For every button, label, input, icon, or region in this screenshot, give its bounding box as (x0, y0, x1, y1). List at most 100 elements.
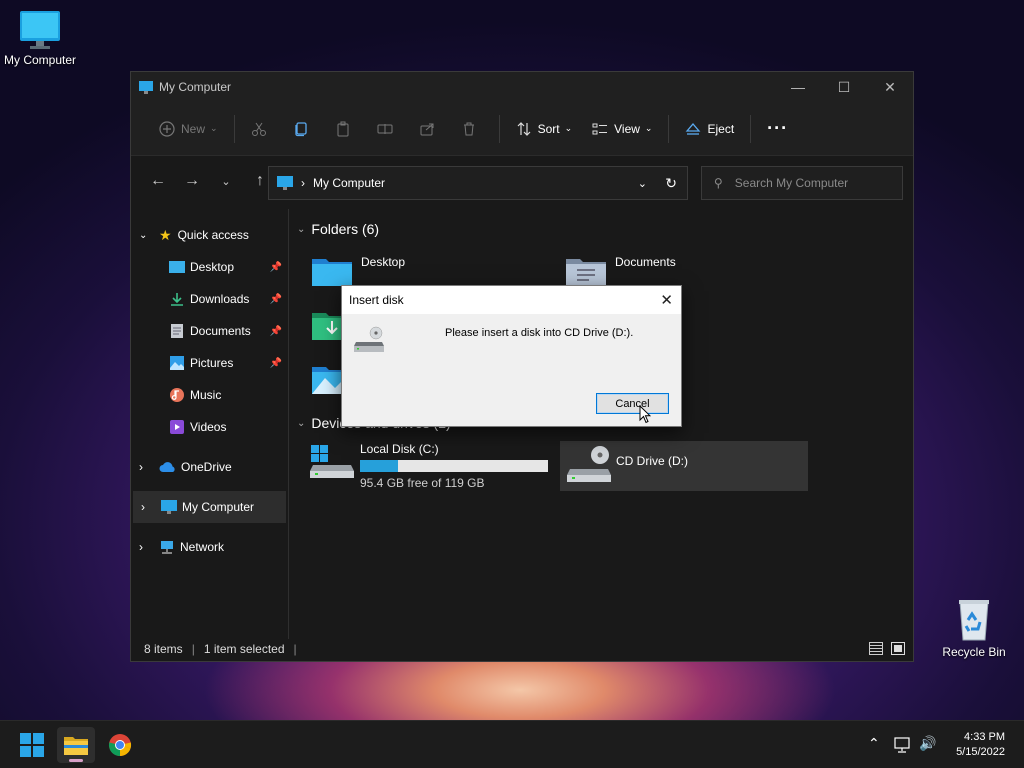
address-bar[interactable]: › My Computer ⌄ ↻ (268, 166, 688, 200)
pin-icon: 📌 (269, 293, 282, 305)
cloud-icon (159, 462, 175, 472)
drive-name: CD Drive (D:) (616, 454, 688, 468)
back-button[interactable]: ← (141, 172, 175, 190)
refresh-button[interactable]: ↻ (665, 175, 677, 192)
star-icon: ★ (159, 226, 172, 243)
maximize-button[interactable]: ☐ (821, 72, 867, 102)
sidebar-item-music[interactable]: Music (131, 379, 288, 411)
drive-usage-fill (360, 460, 398, 472)
address-dropdown-button[interactable]: ⌄ (638, 177, 647, 190)
network-icon (161, 541, 173, 554)
sidebar-item-documents[interactable]: Documents 📌 (131, 315, 288, 347)
network-status-icon[interactable] (894, 737, 912, 753)
eject-label: Eject (707, 121, 735, 136)
chevron-right-icon: › (141, 500, 145, 514)
folder-icon (64, 737, 88, 755)
search-box[interactable]: ⚲ Search My Computer (701, 166, 903, 200)
chevron-down-icon: ⌄ (564, 123, 573, 133)
rename-icon (377, 123, 393, 134)
search-icon: ⚲ (714, 176, 723, 190)
share-icon (420, 123, 434, 135)
dialog-message: Please insert a disk into CD Drive (D:). (445, 327, 634, 339)
title-bar[interactable]: My Computer — ☐ ✕ (131, 72, 913, 102)
arrow-right-icon: → (184, 172, 200, 189)
sidebar-item-network[interactable]: › Network (131, 531, 288, 563)
view-button[interactable]: View ⌄ (582, 113, 662, 145)
desktop-icon-my-computer[interactable]: My Computer (0, 10, 80, 67)
video-icon (170, 420, 184, 434)
drive-details: Local Disk (C:) 95.4 GB free of 119 GB (360, 441, 548, 490)
chrome-icon (108, 734, 132, 757)
dialog-title-bar[interactable]: Insert disk (342, 286, 681, 314)
mouse-cursor-icon (639, 405, 651, 424)
view-list-icon (592, 123, 608, 134)
folder-item-desktop[interactable]: Desktop (311, 253, 405, 287)
my-computer-icon (139, 80, 153, 94)
minimize-button[interactable]: — (775, 72, 821, 102)
monitor-icon (20, 11, 60, 49)
drive-item-local-disk-c[interactable]: Local Disk (C:) 95.4 GB free of 119 GB (309, 441, 548, 490)
chevron-up-icon[interactable]: ⌃ (868, 735, 880, 752)
sidebar-item-downloads[interactable]: Downloads 📌 (131, 283, 288, 315)
forward-button[interactable]: → (175, 172, 209, 190)
dialog-title: Insert disk (349, 293, 404, 307)
sidebar-item-videos[interactable]: Videos (131, 411, 288, 443)
start-button[interactable] (13, 727, 51, 763)
cut-button[interactable] (241, 113, 283, 145)
desktop-folder-icon (312, 259, 352, 286)
divider (668, 114, 670, 143)
drive-usage-bar (360, 460, 548, 472)
chevron-down-icon: ⌄ (297, 417, 306, 429)
dialog-close-button[interactable]: ✕ (660, 291, 673, 309)
clipboard-icon (337, 121, 349, 136)
share-button[interactable] (409, 113, 451, 145)
details-view-button[interactable] (869, 642, 883, 655)
sidebar-item-pictures[interactable]: Pictures 📌 (131, 347, 288, 379)
taskbar: ⌃ 🔊 4:33 PM 5/15/2022 (0, 720, 1024, 768)
picture-icon (170, 356, 184, 370)
divider (498, 114, 500, 143)
drive-item-cd-drive-d[interactable]: CD Drive (D:) (560, 441, 808, 491)
sidebar-item-quick-access[interactable]: ⌄ ★ Quick access (131, 219, 288, 251)
chevron-down-icon: ⌄ (210, 123, 218, 133)
desktop-icon-recycle-bin[interactable]: Recycle Bin (934, 598, 1014, 659)
cd-drive-icon (567, 446, 611, 482)
volume-icon[interactable]: 🔊 (919, 735, 936, 752)
pin-icon: 📌 (269, 261, 282, 273)
taskbar-chrome[interactable] (101, 727, 139, 763)
copy-icon (294, 121, 307, 136)
sidebar-item-my-computer[interactable]: › My Computer (133, 491, 286, 523)
copy-button[interactable] (283, 113, 325, 145)
folder-item-documents[interactable]: Documents (565, 253, 676, 287)
system-clock[interactable]: 4:33 PM 5/15/2022 (956, 730, 1005, 760)
chevron-right-icon: › (139, 540, 143, 554)
sidebar-item-label: OneDrive (181, 460, 232, 474)
chevron-down-icon: ⌄ (221, 175, 231, 188)
recent-locations-button[interactable]: ⌄ (209, 175, 243, 188)
sort-button[interactable]: Sort ⌄ (506, 113, 583, 145)
paste-button[interactable] (325, 113, 367, 145)
desktop-folder-icon (169, 261, 185, 273)
sidebar-item-onedrive[interactable]: › OneDrive (131, 451, 288, 483)
scissors-icon (251, 122, 266, 136)
sidebar-item-label: Pictures (190, 356, 234, 370)
tiles-view-button[interactable] (891, 642, 905, 655)
sidebar-item-desktop[interactable]: Desktop 📌 (131, 251, 288, 283)
status-divider: | (293, 642, 297, 656)
more-options-button[interactable]: ··· (757, 113, 798, 145)
rename-button[interactable] (367, 113, 409, 145)
new-button[interactable]: New ⌄ (149, 113, 228, 145)
sidebar-item-label: Downloads (190, 292, 250, 306)
folders-section-header[interactable]: ⌄ Folders (6) (297, 221, 379, 237)
close-button[interactable]: ✕ (867, 72, 913, 102)
chevron-right-icon: › (139, 460, 143, 474)
eject-button[interactable]: Eject (675, 113, 744, 145)
taskbar-file-explorer[interactable] (57, 727, 95, 763)
status-divider: | (191, 642, 195, 656)
music-note-icon (170, 388, 184, 402)
delete-button[interactable] (451, 113, 493, 145)
chevron-down-icon: ⌄ (297, 223, 306, 235)
chevron-down-icon: ⌄ (139, 229, 148, 241)
cancel-button[interactable]: Cancel (596, 393, 669, 414)
chevron-down-icon: ⌄ (644, 123, 653, 133)
